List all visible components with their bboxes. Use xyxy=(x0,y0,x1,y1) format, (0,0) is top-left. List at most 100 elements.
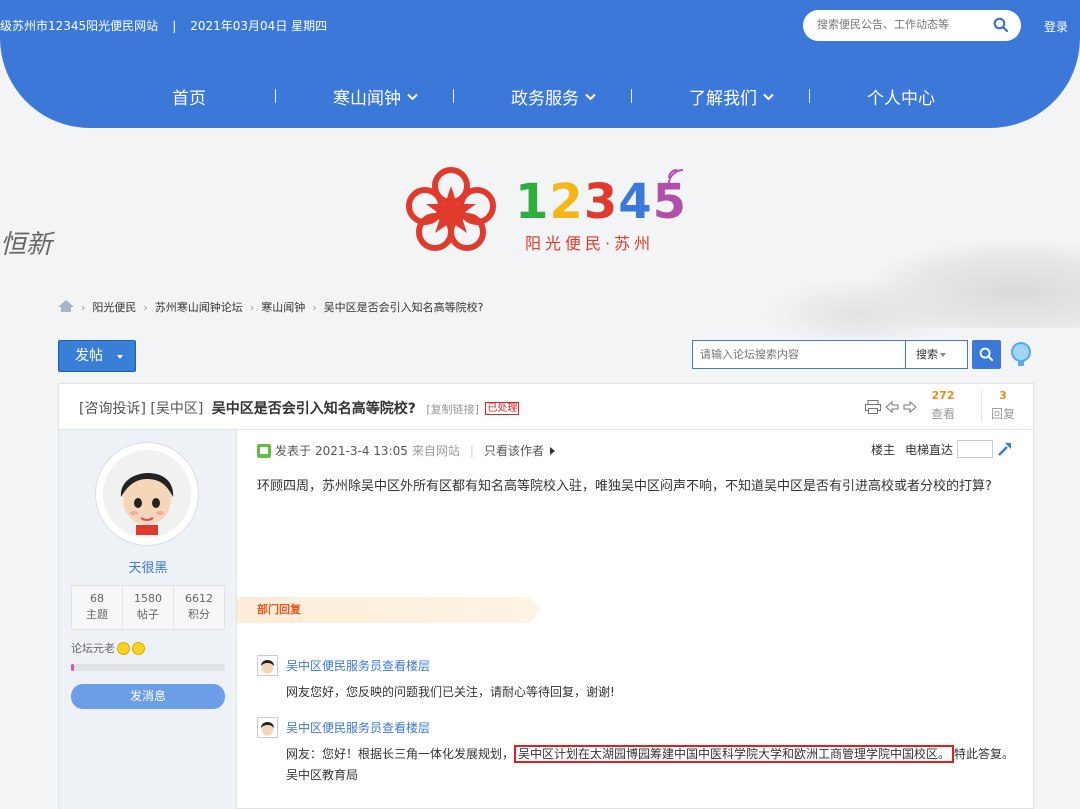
top-header: 级苏州市12345阳光便民网站 | 2021年03月04日 星期四 登录 首页 寒山… xyxy=(0,0,1080,128)
thread-category[interactable]: [咨询投诉] [吴中区] xyxy=(79,401,203,417)
posted-prefix: 发表于 xyxy=(275,444,312,458)
online-badge-icon xyxy=(257,443,271,458)
stat-label: 积分 xyxy=(188,608,210,621)
background-calligraphy: 恒新 xyxy=(0,230,53,260)
level-progress-bar xyxy=(71,664,225,671)
site-search-input[interactable] xyxy=(817,18,977,31)
user-avatar-icon xyxy=(103,450,191,538)
stat-label: 主题 xyxy=(86,608,108,621)
rank-smiley-icon xyxy=(132,641,145,655)
thread-tools xyxy=(865,400,917,417)
new-post-label: 发帖 xyxy=(75,348,103,364)
author-stat-topics[interactable]: 68 主题 xyxy=(72,586,123,629)
breadcrumb-current[interactable]: 吴中区是否会引入知名高等院校? xyxy=(324,299,484,315)
reply-count: 3 回复 xyxy=(991,389,1015,422)
nav-gov-services[interactable]: 政务服务 xyxy=(511,84,596,109)
stat-value: 68 xyxy=(90,592,104,605)
jump-label: 电梯直达 xyxy=(904,442,953,457)
author-stat-points[interactable]: 6612 积分 xyxy=(174,586,224,629)
divider xyxy=(809,89,810,103)
author-panel: 天很黑 68 主题 1580 帖子 6612 积分 论坛元老 发消息 xyxy=(59,430,237,809)
reply-author[interactable]: 吴中区便民服务员查看楼层 xyxy=(257,655,1017,676)
nav-label: 政务服务 xyxy=(511,89,579,109)
chevron-right-icon: › xyxy=(249,300,255,314)
nav-label: 寒山闻钟 xyxy=(333,89,401,109)
forum-search: 搜索 xyxy=(692,340,968,369)
divider xyxy=(453,89,454,103)
nav-home[interactable]: 首页 xyxy=(172,84,206,109)
dept-reply-tag: 部门回复 xyxy=(237,597,541,623)
search-type-label: 搜索 xyxy=(916,348,938,361)
login-link[interactable]: 登录 xyxy=(1044,18,1068,35)
reply-text-before: 网友：您好！根据长三角一体化发展规划， xyxy=(286,747,515,761)
forum-search-input[interactable] xyxy=(700,348,890,361)
thread-container: [咨询投诉] [吴中区] 吴中区是否会引入知名高等院校? [复制链接] 已处理 … xyxy=(58,383,1034,809)
author-stats: 68 主题 1580 帖子 6612 积分 xyxy=(71,585,225,630)
breadcrumb-link[interactable]: 寒山闻钟 xyxy=(261,299,305,315)
thread-title: [咨询投诉] [吴中区] 吴中区是否会引入知名高等院校? [复制链接] 已处理 xyxy=(79,398,520,418)
stat-value: 6612 xyxy=(185,592,213,605)
nav-label: 了解我们 xyxy=(689,89,757,109)
play-icon xyxy=(549,446,555,455)
stat-label: 帖子 xyxy=(137,608,159,621)
thread-header: [咨询投诉] [吴中区] 吴中区是否会引入知名高等院校? [复制链接] 已处理 … xyxy=(59,384,1033,430)
status-badge: 已处理 xyxy=(485,402,520,415)
post-body: 环顾四周，苏州除吴中区外所有区都有知名高等院校入驻，唯独吴中区闷声不响，不知道吴… xyxy=(257,479,992,494)
new-post-button[interactable]: 发帖 xyxy=(58,340,136,372)
forum-search-button[interactable] xyxy=(972,340,1001,369)
divider xyxy=(631,89,632,103)
site-logo[interactable]: 12345 阳光便民·苏州 xyxy=(405,160,695,255)
heart-star-logo-icon xyxy=(406,167,496,251)
reply-count-value: 3 xyxy=(999,389,1007,402)
posted-time: 2021-3-4 13:05 xyxy=(315,443,408,458)
reply-count-label: 回复 xyxy=(991,407,1016,421)
nav-hanshan[interactable]: 寒山闻钟 xyxy=(333,84,418,109)
author-stat-posts[interactable]: 1580 帖子 xyxy=(123,586,174,629)
search-type-select[interactable]: 搜索 xyxy=(905,341,967,368)
author-name[interactable]: 天很黑 xyxy=(59,557,237,576)
site-info: 级苏州市12345阳光便民网站 | 2021年03月04日 星期四 xyxy=(0,17,327,34)
dept-reply: 吴中区便民服务员查看楼层 网友：您好！根据长三角一体化发展规划， 吴中区计划在太湖… xyxy=(257,717,1017,786)
reply-text: 网友：您好！根据长三角一体化发展规划， 吴中区计划在太湖园博园筹建中国中医科学院大… xyxy=(286,744,1017,786)
avatar[interactable] xyxy=(95,442,199,546)
divider: | xyxy=(172,19,177,33)
next-thread-icon[interactable] xyxy=(903,400,917,414)
breadcrumb-link[interactable]: 阳光便民 xyxy=(92,299,136,315)
breadcrumb: › 阳光便民 › 苏州寒山闻钟论坛 › 寒山闻钟 › 吴中区是否会引入知名高等院… xyxy=(58,299,483,315)
stat-value: 1580 xyxy=(134,592,162,605)
view-count-value: 272 xyxy=(931,389,955,402)
home-icon[interactable] xyxy=(58,299,74,315)
notification-bell-icon[interactable] xyxy=(1008,340,1034,369)
print-icon[interactable] xyxy=(865,400,881,414)
reply-avatar-icon xyxy=(257,655,278,676)
copy-link[interactable]: [复制链接] xyxy=(426,403,479,416)
reply-author[interactable]: 吴中区便民服务员查看楼层 xyxy=(257,717,1017,738)
breadcrumb-link[interactable]: 苏州寒山闻钟论坛 xyxy=(155,299,243,315)
level-progress-fill xyxy=(71,664,74,671)
floor-jump-input[interactable] xyxy=(957,440,993,458)
divider xyxy=(981,390,982,422)
reply-avatar-icon xyxy=(257,717,278,738)
current-date: 2021年03月04日 星期四 xyxy=(190,19,328,33)
post-meta: 发表于 2021-3-4 13:05 来自网站 | 只看该作者 xyxy=(257,442,555,459)
caret-down-icon xyxy=(940,353,946,357)
nav-personal[interactable]: 个人中心 xyxy=(867,84,935,109)
floor-label: 楼主 xyxy=(870,442,895,457)
signal-icon xyxy=(668,169,684,185)
send-message-button[interactable]: 发消息 xyxy=(71,684,225,709)
nav-about[interactable]: 了解我们 xyxy=(689,84,774,109)
divider: | xyxy=(469,443,474,458)
jump-go-icon[interactable] xyxy=(997,441,1013,457)
site-name: 级苏州市12345阳光便民网站 xyxy=(0,19,159,33)
prev-thread-icon[interactable] xyxy=(885,400,899,414)
only-author-link[interactable]: 只看该作者 xyxy=(484,442,544,459)
post-main: 发表于 2021-3-4 13:05 来自网站 | 只看该作者 楼主 电梯直达 … xyxy=(237,430,1033,809)
search-icon[interactable] xyxy=(993,17,1009,36)
reply-text: 网友您好，您反映的问题我们已关注，请耐心等待回复，谢谢! xyxy=(286,685,615,699)
thread-subject: 吴中区是否会引入知名高等院校? xyxy=(211,401,416,417)
rank-smiley-icon xyxy=(117,641,130,655)
view-count: 272 查看 xyxy=(931,389,955,422)
reply-author-name: 吴中区便民服务员查看楼层 xyxy=(286,721,431,735)
background-hill xyxy=(760,278,960,338)
view-count-label: 查看 xyxy=(931,407,956,421)
